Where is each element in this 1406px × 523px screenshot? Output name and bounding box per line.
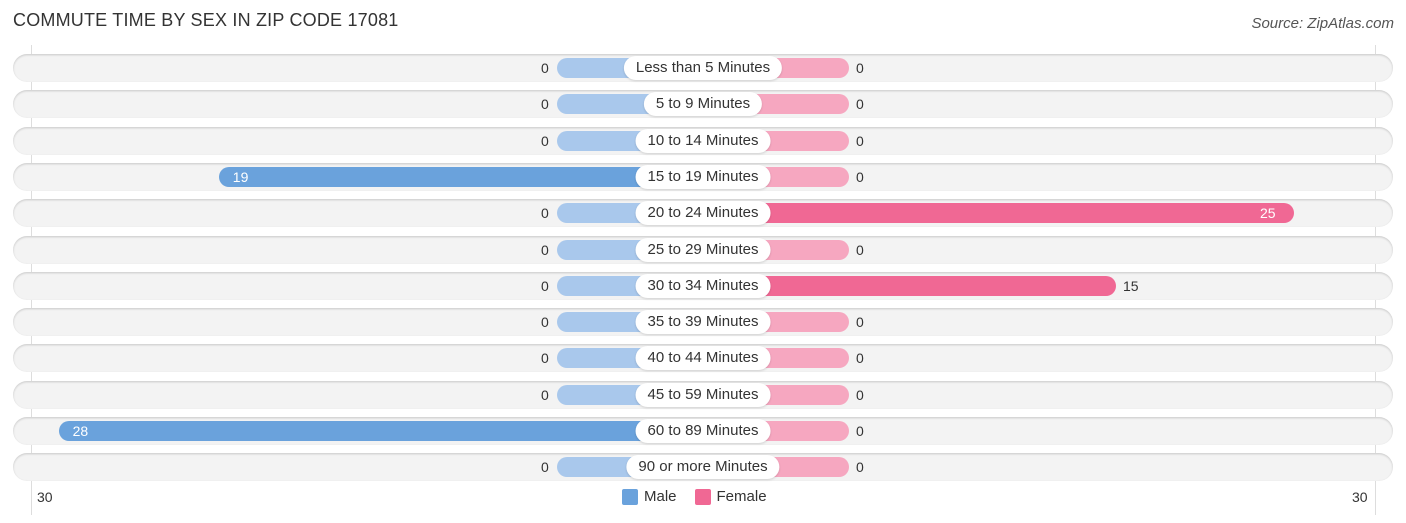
bar-male[interactable] [58, 421, 703, 441]
legend: Male Female [622, 488, 777, 505]
category-label: 25 to 29 Minutes [635, 237, 771, 262]
value-label-female: 0 [856, 350, 864, 367]
value-label-male: 0 [541, 459, 549, 476]
value-label-male: 0 [541, 386, 549, 403]
value-label-female: 0 [856, 423, 864, 439]
value-label-male: 0 [541, 314, 549, 331]
category-label: 45 to 59 Minutes [635, 382, 771, 407]
axis-tick-right: 30 [1352, 489, 1368, 505]
value-label-male: 0 [541, 60, 549, 76]
value-label-female: 15 [1123, 277, 1139, 294]
chart-title: COMMUTE TIME BY SEX IN ZIP CODE 17081 [13, 10, 399, 30]
category-label: 5 to 9 Minutes [643, 92, 763, 117]
bar-female[interactable] [703, 203, 1294, 224]
category-label: 35 to 39 Minutes [635, 310, 771, 335]
value-label-male: 0 [541, 350, 549, 367]
value-label-female: 25 [1260, 205, 1276, 222]
legend-swatch-male [622, 488, 638, 505]
legend-item-female[interactable]: Female [694, 488, 767, 505]
category-label: 20 to 24 Minutes [635, 201, 771, 226]
legend-item-male[interactable]: Male [622, 488, 677, 505]
category-label: 30 to 34 Minutes [635, 273, 771, 298]
value-label-male: 0 [541, 205, 549, 222]
value-label-female: 0 [856, 168, 864, 185]
legend-label-female: Female [716, 488, 767, 505]
value-label-male: 0 [541, 132, 549, 149]
value-label-male: 0 [541, 241, 549, 258]
value-label-male: 19 [232, 168, 249, 185]
value-label-female: 0 [856, 386, 864, 403]
legend-swatch-female [694, 488, 711, 505]
value-label-female: 0 [856, 314, 864, 331]
category-label: 90 or more Minutes [626, 455, 780, 480]
value-label-male: 0 [541, 277, 549, 294]
category-label: 15 to 19 Minutes [635, 164, 771, 189]
category-label: 60 to 89 Minutes [635, 419, 771, 443]
value-label-female: 0 [856, 96, 864, 113]
value-label-female: 0 [856, 132, 864, 149]
bar-male[interactable] [218, 166, 703, 187]
source-label: Source: ZipAtlas.com [1251, 15, 1394, 32]
legend-label-male: Male [644, 488, 677, 505]
value-label-female: 0 [856, 241, 864, 258]
axis-tick-left: 30 [37, 489, 53, 505]
category-label: Less than 5 Minutes [623, 56, 783, 80]
category-label: 10 to 14 Minutes [635, 128, 771, 153]
value-label-male: 28 [72, 423, 89, 439]
value-label-female: 0 [856, 459, 864, 476]
value-label-male: 0 [541, 96, 549, 113]
category-label: 40 to 44 Minutes [635, 346, 771, 371]
value-label-female: 0 [856, 60, 864, 76]
